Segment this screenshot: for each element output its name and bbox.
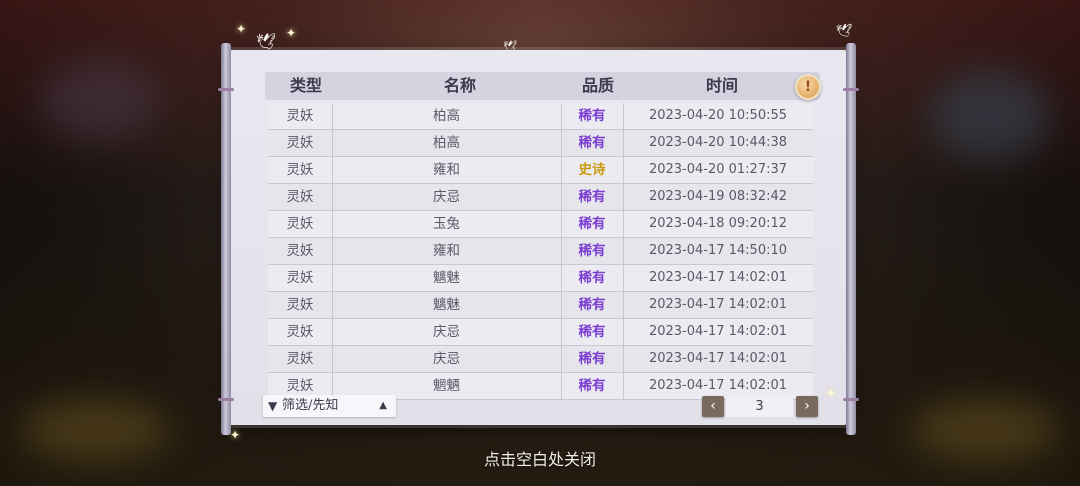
header-type: 类型: [289, 76, 322, 95]
cell-time: 2023-04-17 14:02:01: [648, 324, 788, 339]
table-row: 灵妖 雍和 史诗 2023-04-20 01:27:37: [268, 157, 813, 184]
table-row: 灵妖 魑魅 稀有 2023-04-17 14:02:01: [268, 292, 813, 319]
sparkle-icon: ✦: [230, 428, 241, 442]
cell-name: 玉兔: [332, 211, 562, 237]
table-row: 灵妖 柏高 稀有 2023-04-20 10:50:55: [268, 103, 813, 130]
funnel-icon: ▼: [268, 399, 278, 413]
chevron-right-icon: ›: [804, 398, 810, 414]
close-hint[interactable]: 点击空白处关闭: [0, 446, 1080, 470]
cell-time: 2023-04-17 14:02:01: [648, 297, 788, 312]
sparkle-icon: ✦: [826, 386, 837, 400]
rod-ornament: [218, 88, 234, 91]
cell-name: 庆忌: [332, 346, 562, 372]
rod-ornament: [843, 88, 859, 91]
cell-type: 灵妖: [268, 184, 333, 210]
filter-dropdown[interactable]: ▼ 筛选/先知 ▲: [263, 395, 396, 417]
cell-quality: 稀有: [561, 319, 624, 345]
cell-quality: 稀有: [561, 373, 624, 399]
swallow-icon: 🕊: [836, 24, 853, 39]
filter-label: 筛选/先知: [282, 398, 339, 413]
cell-quality: 稀有: [561, 103, 624, 129]
cell-name: 魑魅: [332, 292, 562, 318]
cell-time: 2023-04-20 01:27:37: [648, 162, 788, 177]
cell-quality: 稀有: [561, 292, 624, 318]
table-row: 灵妖 柏高 稀有 2023-04-20 10:44:38: [268, 130, 813, 157]
cell-name: 柏高: [332, 103, 562, 129]
cell-quality: 稀有: [561, 184, 624, 210]
cell-type: 灵妖: [268, 265, 333, 291]
next-page-button[interactable]: ›: [796, 396, 818, 417]
scroll-rod-right: [846, 43, 856, 435]
swallow-icon: 🕊: [503, 40, 517, 53]
cell-name: 雍和: [332, 238, 562, 264]
table-row: 灵妖 魑魅 稀有 2023-04-17 14:02:01: [268, 265, 813, 292]
cell-quality: 稀有: [561, 265, 624, 291]
info-button[interactable]: !: [795, 74, 821, 100]
cell-time: 2023-04-19 08:32:42: [648, 189, 788, 204]
cell-quality: 稀有: [561, 346, 624, 372]
rod-ornament: [218, 398, 234, 401]
exclamation-icon: !: [804, 79, 812, 95]
cell-type: 灵妖: [268, 130, 333, 156]
cell-time: 2023-04-20 10:50:55: [648, 108, 788, 123]
rod-ornament: [843, 398, 859, 401]
record-list[interactable]: 灵妖 柏高 稀有 2023-04-20 10:50:55 灵妖 柏高 稀有 2023-04-2…: [268, 103, 813, 400]
cell-type: 灵妖: [268, 319, 333, 345]
prev-page-button[interactable]: ‹: [702, 396, 724, 417]
cell-type: 灵妖: [268, 238, 333, 264]
cell-name: 雍和: [332, 157, 562, 183]
cell-type: 灵妖: [268, 346, 333, 372]
chevron-left-icon: ‹: [710, 398, 716, 414]
header-time: 时间: [705, 76, 738, 95]
background-blur: [40, 60, 160, 140]
header-quality: 品质: [581, 76, 614, 95]
cell-type: 灵妖: [268, 157, 333, 183]
background-blur: [930, 70, 1050, 160]
cell-time: 2023-04-20 10:44:38: [648, 135, 788, 150]
cell-quality: 稀有: [561, 130, 624, 156]
table-row: 灵妖 玉兔 稀有 2023-04-18 09:20:12: [268, 211, 813, 238]
cell-quality: 稀有: [561, 238, 624, 264]
cell-time: 2023-04-17 14:02:01: [648, 270, 788, 285]
scroll-rod-left: [221, 43, 231, 435]
cell-name: 庆忌: [332, 184, 562, 210]
cell-type: 灵妖: [268, 211, 333, 237]
cell-time: 2023-04-18 09:20:12: [648, 216, 788, 231]
cell-quality: 稀有: [561, 211, 624, 237]
cell-quality: 史诗: [561, 157, 624, 183]
cell-name: 魑魅: [332, 265, 562, 291]
page-number: 3: [726, 396, 793, 417]
table-row: 灵妖 庆忌 稀有 2023-04-17 14:02:01: [268, 319, 813, 346]
sparkle-icon: ✦: [286, 26, 297, 40]
table-row: 灵妖 庆忌 稀有 2023-04-17 14:02:01: [268, 346, 813, 373]
cell-name: 庆忌: [332, 319, 562, 345]
sparkle-icon: ✦: [236, 22, 247, 36]
header-name: 名称: [443, 76, 476, 95]
cell-name: 柏高: [332, 130, 562, 156]
table-row: 灵妖 雍和 稀有 2023-04-17 14:50:10: [268, 238, 813, 265]
cell-type: 灵妖: [268, 103, 333, 129]
cell-type: 灵妖: [268, 292, 333, 318]
swallow-icon: 🕊: [256, 32, 277, 51]
cell-time: 2023-04-17 14:50:10: [648, 243, 788, 258]
table-row: 灵妖 庆忌 稀有 2023-04-19 08:32:42: [268, 184, 813, 211]
cell-time: 2023-04-17 14:02:01: [648, 351, 788, 366]
table-header: 类型 名称 品质 时间: [265, 72, 820, 100]
chevron-up-icon: ▲: [379, 400, 387, 411]
